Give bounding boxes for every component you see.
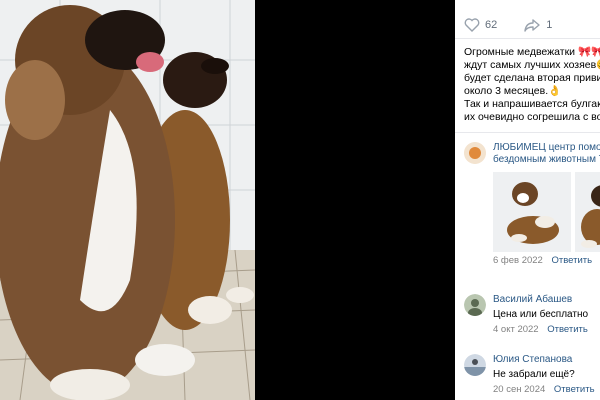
comment-text: Не забрали ещё? — [493, 369, 575, 380]
comment-body: ЛЮБИМЕЦ центр помощи бездомным животным … — [493, 142, 600, 267]
comment-date[interactable]: 6 фев 2022 — [493, 255, 543, 266]
comment-meta: 6 фев 2022 Ответить — [493, 255, 600, 267]
post-text-line: Огромные медвежатки 🎀🎀Э — [464, 46, 600, 58]
divider — [455, 38, 600, 39]
post-photo[interactable] — [0, 0, 255, 400]
like-button[interactable]: 62 — [464, 18, 497, 32]
post-text-line: Так и напрашивается булгаково — [464, 98, 600, 110]
post-text-line: ждут самых лучших хозяев😋 — [464, 59, 600, 71]
comment-body: Юлия Степанова Не забрали ещё? 20 сен 20… — [493, 354, 600, 396]
avatar[interactable] — [464, 142, 486, 164]
comment-body: Василий Абашев Цена или бесплатно 4 окт … — [493, 294, 600, 336]
photo-viewer-background[interactable] — [255, 0, 455, 400]
like-count: 62 — [485, 19, 498, 31]
comment-author[interactable]: ЛЮБИМЕЦ центр помощи — [493, 142, 600, 154]
post-text-line: их очевидно согрешила с водол — [464, 111, 600, 123]
heart-icon — [464, 18, 480, 32]
share-icon — [524, 19, 540, 32]
comment-author[interactable]: бездомным животным Ту — [493, 154, 600, 166]
avatar[interactable] — [464, 294, 486, 316]
share-count: 1 — [546, 19, 553, 31]
comment-date[interactable]: 20 сен 2024 — [493, 384, 545, 395]
share-button[interactable]: 1 — [523, 18, 552, 32]
comment-meta: 20 сен 2024 Ответить — [493, 384, 600, 396]
reply-button[interactable]: Ответить — [547, 324, 588, 335]
post-text: Огромные медвежатки 🎀🎀Э ждут самых лучши… — [464, 46, 600, 124]
comment-author[interactable]: Василий Абашев — [493, 294, 600, 306]
reply-button[interactable]: Ответить — [551, 255, 592, 266]
avatar[interactable] — [464, 354, 486, 376]
comment-photo[interactable] — [493, 172, 571, 252]
comment-author[interactable]: Юлия Степанова — [493, 354, 600, 366]
comment-date[interactable]: 4 окт 2022 — [493, 324, 539, 335]
comment-meta: 4 окт 2022 Ответить — [493, 324, 600, 336]
post-side-panel: 62 1 Огромные медвежатки 🎀🎀Э ждут самых … — [455, 0, 600, 400]
comment-text: Цена или бесплатно — [493, 309, 589, 320]
reply-button[interactable]: Ответить — [554, 384, 595, 395]
post-text-line: около 3 месяцев.👌 — [464, 85, 562, 97]
post-stats: 62 1 — [464, 18, 552, 32]
comment-photos — [493, 172, 600, 252]
comment-photo[interactable] — [575, 172, 600, 252]
divider — [455, 132, 600, 133]
post-text-line: будет сделана вторая прививка — [464, 72, 600, 84]
